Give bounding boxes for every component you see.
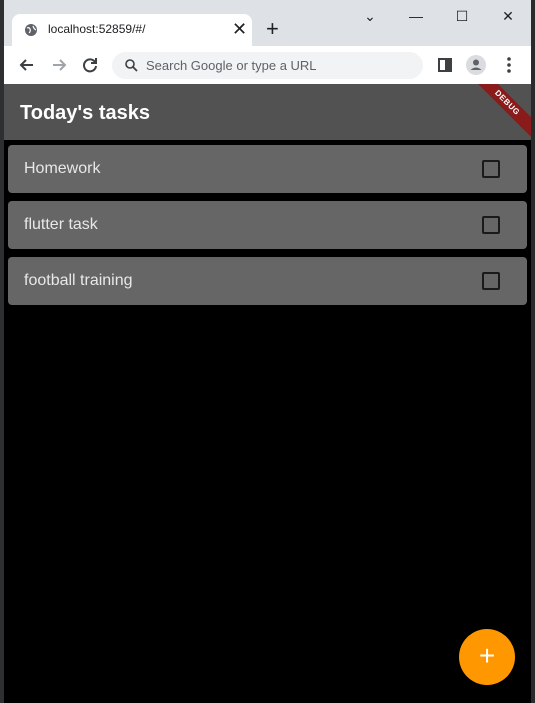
tab-close-icon[interactable]: ✕ bbox=[232, 20, 247, 38]
globe-icon bbox=[25, 24, 37, 36]
tab-search-dropdown-icon[interactable]: ⌄ bbox=[350, 4, 390, 28]
task-label: football training bbox=[24, 272, 133, 289]
app-viewport: Today's tasks DEBUG Homework flutter tas… bbox=[4, 84, 531, 703]
task-list: Homework flutter task football training bbox=[8, 145, 527, 313]
address-bar-placeholder: Search Google or type a URL bbox=[146, 58, 317, 73]
kebab-menu-icon[interactable] bbox=[498, 54, 520, 76]
browser-toolbar: Search Google or type a URL bbox=[4, 46, 531, 84]
arrow-right-icon[interactable] bbox=[48, 54, 70, 76]
task-label: Homework bbox=[24, 160, 101, 177]
search-icon bbox=[125, 59, 138, 72]
new-tab-button[interactable]: + bbox=[266, 18, 279, 40]
task-item[interactable]: football training bbox=[8, 257, 527, 305]
task-checkbox[interactable] bbox=[482, 216, 500, 234]
browser-window: localhost:52859/#/ ✕ + ⌄ — ☐ ✕ Search Go… bbox=[4, 0, 531, 703]
page-title: Today's tasks bbox=[20, 102, 150, 124]
task-checkbox[interactable] bbox=[482, 160, 500, 178]
browser-tab[interactable]: localhost:52859/#/ ✕ bbox=[12, 14, 252, 46]
profile-icon[interactable] bbox=[465, 54, 487, 76]
add-task-button[interactable]: + bbox=[459, 629, 515, 685]
address-bar[interactable]: Search Google or type a URL bbox=[112, 52, 423, 79]
task-item[interactable]: flutter task bbox=[8, 201, 527, 249]
tab-title: localhost:52859/#/ bbox=[48, 22, 146, 36]
ide-background-right bbox=[531, 0, 535, 703]
task-label: flutter task bbox=[24, 216, 98, 233]
task-checkbox[interactable] bbox=[482, 272, 500, 290]
task-item[interactable]: Homework bbox=[8, 145, 527, 193]
minimize-icon[interactable]: — bbox=[396, 4, 436, 28]
browser-titlebar: localhost:52859/#/ ✕ + ⌄ — ☐ ✕ bbox=[4, 0, 531, 46]
debug-banner: DEBUG bbox=[466, 84, 531, 144]
app-bar: Today's tasks DEBUG bbox=[4, 84, 531, 144]
close-window-icon[interactable]: ✕ bbox=[488, 4, 528, 28]
side-panel-icon[interactable] bbox=[434, 54, 456, 76]
arrow-left-icon[interactable] bbox=[16, 54, 38, 76]
reload-icon[interactable] bbox=[79, 54, 101, 76]
maximize-icon[interactable]: ☐ bbox=[442, 4, 482, 28]
